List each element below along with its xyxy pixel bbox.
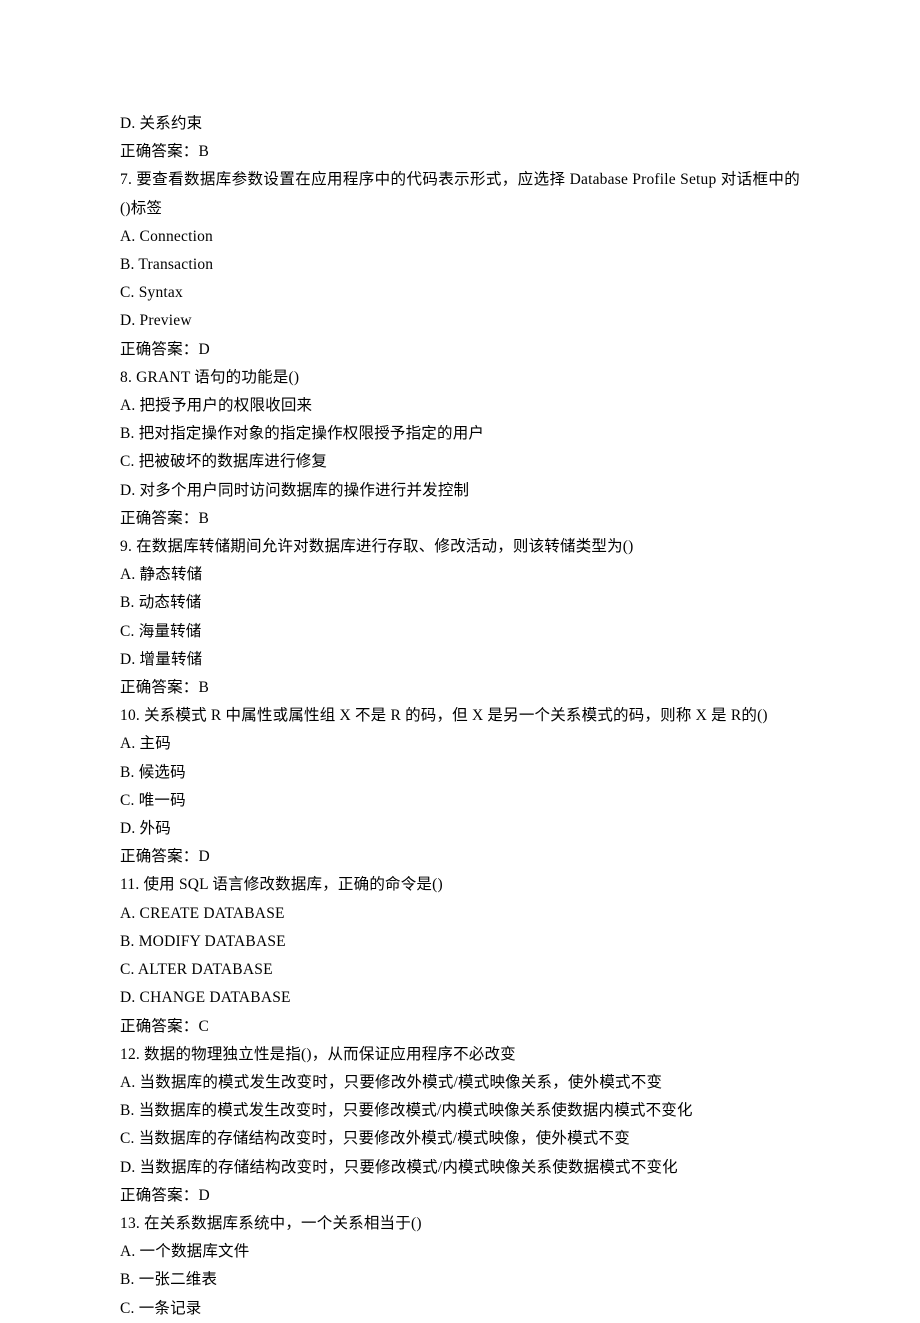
text-line: D. 关系约束 bbox=[120, 110, 800, 138]
text-line: B. 动态转储 bbox=[120, 589, 800, 617]
text-line: A. 把授予用户的权限收回来 bbox=[120, 392, 800, 420]
text-line: B. 候选码 bbox=[120, 759, 800, 787]
text-line: 9. 在数据库转储期间允许对数据库进行存取、修改活动，则该转储类型为() bbox=[120, 533, 800, 561]
text-line: 正确答案：B bbox=[120, 138, 800, 166]
text-line: B. Transaction bbox=[120, 251, 800, 279]
text-line: 正确答案：C bbox=[120, 1013, 800, 1041]
text-line: D. 当数据库的存储结构改变时，只要修改模式/内模式映像关系使数据模式不变化 bbox=[120, 1154, 800, 1182]
text-line: D. 增量转储 bbox=[120, 646, 800, 674]
text-line: 正确答案：D bbox=[120, 843, 800, 871]
text-line: A. CREATE DATABASE bbox=[120, 900, 800, 928]
text-line: B. MODIFY DATABASE bbox=[120, 928, 800, 956]
text-line: 正确答案：B bbox=[120, 674, 800, 702]
text-line: A. 当数据库的模式发生改变时，只要修改外模式/模式映像关系，使外模式不变 bbox=[120, 1069, 800, 1097]
text-line: C. 把被破坏的数据库进行修复 bbox=[120, 448, 800, 476]
text-line: D. CHANGE DATABASE bbox=[120, 984, 800, 1012]
text-line: A. Connection bbox=[120, 223, 800, 251]
text-line: B. 当数据库的模式发生改变时，只要修改模式/内模式映像关系使数据内模式不变化 bbox=[120, 1097, 800, 1125]
text-line: C. 唯一码 bbox=[120, 787, 800, 815]
text-line: C. 海量转储 bbox=[120, 618, 800, 646]
text-line: D. Preview bbox=[120, 307, 800, 335]
document-page: D. 关系约束 正确答案：B 7. 要查看数据库参数设置在应用程序中的代码表示形… bbox=[0, 0, 920, 1323]
text-line: A. 静态转储 bbox=[120, 561, 800, 589]
text-line: 8. GRANT 语句的功能是() bbox=[120, 364, 800, 392]
text-line: B. 把对指定操作对象的指定操作权限授予指定的用户 bbox=[120, 420, 800, 448]
text-line: C. 当数据库的存储结构改变时，只要修改外模式/模式映像，使外模式不变 bbox=[120, 1125, 800, 1153]
text-line: D. 外码 bbox=[120, 815, 800, 843]
text-line: 11. 使用 SQL 语言修改数据库，正确的命令是() bbox=[120, 871, 800, 899]
text-line: C. ALTER DATABASE bbox=[120, 956, 800, 984]
text-line: D. 对多个用户同时访问数据库的操作进行并发控制 bbox=[120, 477, 800, 505]
text-line: 13. 在关系数据库系统中，一个关系相当于() bbox=[120, 1210, 800, 1238]
text-line: 10. 关系模式 R 中属性或属性组 X 不是 R 的码，但 X 是另一个关系模… bbox=[120, 702, 800, 730]
text-line: A. 主码 bbox=[120, 730, 800, 758]
text-line: 7. 要查看数据库参数设置在应用程序中的代码表示形式，应选择 Database … bbox=[120, 166, 800, 222]
text-line: 正确答案：B bbox=[120, 505, 800, 533]
text-line: C. 一条记录 bbox=[120, 1295, 800, 1323]
text-line: 12. 数据的物理独立性是指()，从而保证应用程序不必改变 bbox=[120, 1041, 800, 1069]
text-line: B. 一张二维表 bbox=[120, 1266, 800, 1294]
text-line: A. 一个数据库文件 bbox=[120, 1238, 800, 1266]
text-line: 正确答案：D bbox=[120, 1182, 800, 1210]
text-line: C. Syntax bbox=[120, 279, 800, 307]
text-line: 正确答案：D bbox=[120, 336, 800, 364]
